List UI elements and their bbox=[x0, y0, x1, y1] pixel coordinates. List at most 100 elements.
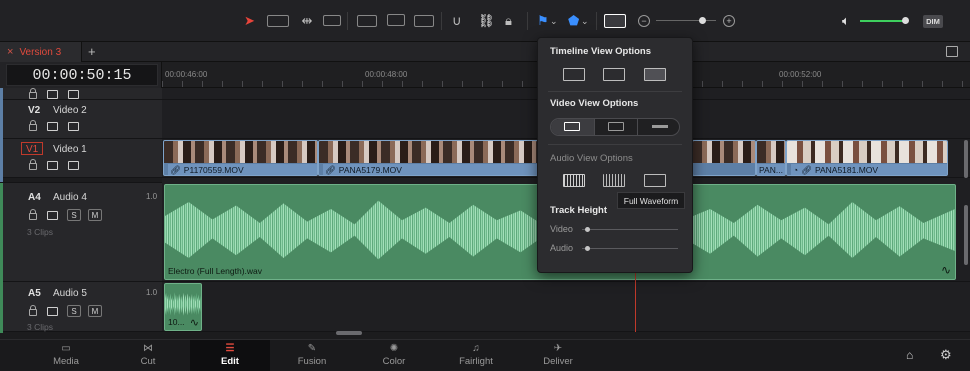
lane-a5[interactable] bbox=[162, 282, 970, 332]
dynamic-trim-icon[interactable]: ⇹ bbox=[297, 13, 317, 29]
audio-clip[interactable]: 10... ∿ bbox=[164, 283, 202, 331]
video-clip[interactable]: PAN... bbox=[756, 140, 786, 176]
page-tab-label: Cut bbox=[140, 356, 156, 367]
zoom-in-icon[interactable]: + bbox=[723, 15, 735, 27]
track-name[interactable]: Video 1 bbox=[53, 144, 87, 155]
popup-divider bbox=[548, 91, 682, 92]
track-name[interactable]: Audio 4 bbox=[53, 192, 87, 203]
track-enable-icon[interactable] bbox=[68, 90, 79, 99]
volume-slider-handle[interactable] bbox=[902, 17, 909, 24]
auto-select-icon[interactable] bbox=[47, 161, 58, 170]
position-lock-icon[interactable]: 🔒︎ bbox=[505, 13, 512, 29]
page-tab-media[interactable]: ▭ Media bbox=[26, 340, 106, 371]
timeline-tab[interactable]: × Version 3 bbox=[0, 42, 82, 62]
audio-vertical-scrollbar[interactable] bbox=[964, 205, 968, 265]
volume-slider-track[interactable] bbox=[860, 20, 908, 22]
page-tab-label: Fairlight bbox=[459, 356, 493, 367]
audio-height-slider[interactable] bbox=[582, 248, 678, 249]
timeline-options-icon[interactable] bbox=[946, 46, 958, 57]
simple-view-option[interactable] bbox=[637, 119, 679, 135]
popup-section-title: Track Height bbox=[550, 205, 608, 216]
linked-selection-icon[interactable]: ⛓ bbox=[478, 13, 495, 29]
marker-icon[interactable]: ⬟ bbox=[568, 13, 579, 29]
selection-arrow-icon[interactable]: ➤ bbox=[244, 13, 255, 29]
insert-clip-icon[interactable] bbox=[357, 15, 377, 27]
video-clip[interactable]: ◔ 🔗︎ PANA5181.MOV bbox=[786, 140, 948, 176]
track-enable-icon[interactable] bbox=[68, 122, 79, 131]
page-tab-fusion[interactable]: ✎ Fusion bbox=[272, 340, 352, 371]
dim-button[interactable]: DIM bbox=[923, 15, 943, 28]
auto-select-icon[interactable] bbox=[47, 90, 58, 99]
clip-thumbnails bbox=[693, 141, 755, 163]
rectified-waveform-icon[interactable] bbox=[603, 174, 625, 187]
video-clip[interactable]: 🔗︎ P1170559.MOV bbox=[163, 140, 318, 176]
stacked-timelines-icon[interactable] bbox=[563, 68, 585, 81]
add-timeline-icon[interactable]: + bbox=[88, 44, 96, 59]
zoom-out-icon[interactable]: − bbox=[638, 15, 650, 27]
full-waveform-icon[interactable] bbox=[644, 174, 666, 187]
flag-icon[interactable]: ⚑ bbox=[537, 13, 549, 29]
track-level: 1.0 bbox=[146, 288, 158, 297]
horizontal-scrollbar[interactable] bbox=[336, 331, 362, 335]
filmstrip-view-option[interactable] bbox=[551, 119, 594, 135]
tooltip: Full Waveform bbox=[617, 192, 685, 209]
audio-waveforms-icon[interactable] bbox=[644, 68, 666, 81]
blade-icon[interactable] bbox=[323, 15, 341, 26]
close-icon[interactable]: × bbox=[7, 46, 13, 58]
lock-icon[interactable] bbox=[29, 159, 37, 170]
auto-select-icon[interactable] bbox=[47, 307, 58, 316]
auto-select-icon[interactable] bbox=[47, 122, 58, 131]
audio-track-accent bbox=[0, 183, 3, 333]
link-icon: 🔗︎ bbox=[170, 164, 181, 175]
popup-section-title: Video View Options bbox=[550, 98, 639, 109]
page-tab-cut[interactable]: ⋈ Cut bbox=[108, 340, 188, 371]
video-height-slider[interactable] bbox=[582, 229, 678, 230]
track-enable-icon[interactable] bbox=[68, 161, 79, 170]
timeline-view-options-icon[interactable] bbox=[604, 14, 626, 28]
thumbnail-view-option[interactable] bbox=[594, 119, 637, 135]
timecode-display[interactable]: 00:00:50:15 bbox=[6, 64, 158, 86]
track-code: V1 bbox=[26, 144, 39, 155]
video-height-handle[interactable] bbox=[584, 227, 590, 232]
lock-icon[interactable] bbox=[29, 209, 37, 220]
settings-gear-icon[interactable]: ⚙ bbox=[940, 347, 952, 363]
subtitle-tracks-icon[interactable] bbox=[603, 68, 625, 81]
video-clip[interactable]: 🔗︎ PANA5179.MOV bbox=[318, 140, 538, 176]
chevron-down-icon[interactable]: ⌄ bbox=[550, 13, 558, 29]
page-tab-edit[interactable]: ☰ Edit bbox=[190, 340, 270, 371]
replace-clip-icon[interactable] bbox=[414, 15, 434, 27]
home-icon[interactable]: ⌂ bbox=[906, 348, 913, 362]
chevron-down-icon[interactable]: ⌄ bbox=[581, 13, 589, 29]
lock-icon[interactable] bbox=[29, 120, 37, 131]
mute-button[interactable]: M bbox=[88, 305, 102, 317]
mute-button[interactable]: M bbox=[88, 209, 102, 221]
track-code: A5 bbox=[28, 288, 41, 299]
track-level: 1.0 bbox=[146, 192, 158, 201]
audio-waveform bbox=[165, 292, 201, 316]
page-tab-deliver[interactable]: ✈ Deliver bbox=[518, 340, 598, 371]
solo-button[interactable]: S bbox=[67, 305, 81, 317]
track-name[interactable]: Audio 5 bbox=[53, 288, 87, 299]
track-name[interactable]: Video 2 bbox=[53, 105, 87, 116]
lock-icon[interactable] bbox=[29, 88, 37, 99]
audio-height-handle[interactable] bbox=[584, 246, 590, 251]
solo-button[interactable]: S bbox=[67, 209, 81, 221]
lock-icon[interactable] bbox=[29, 305, 37, 316]
half-waveform-icon[interactable] bbox=[563, 174, 585, 187]
link-icon: 🔗︎ bbox=[801, 164, 812, 175]
video-vertical-scrollbar[interactable] bbox=[964, 140, 968, 178]
page-tab-fairlight[interactable]: ♫ Fairlight bbox=[436, 340, 516, 371]
video-clip[interactable] bbox=[692, 140, 756, 176]
timeline-view-options-popup: Timeline View Options Video View Options… bbox=[537, 37, 693, 273]
fusion-icon: ✎ bbox=[307, 343, 317, 354]
page-tab-color[interactable]: ✺ Color bbox=[354, 340, 434, 371]
zoom-slider-track[interactable] bbox=[656, 20, 716, 21]
overwrite-clip-icon[interactable] bbox=[387, 14, 405, 26]
trim-edit-icon[interactable] bbox=[267, 15, 289, 27]
zoom-slider-handle[interactable] bbox=[699, 17, 706, 24]
snapping-icon[interactable]: ∪ bbox=[452, 13, 462, 29]
edit-icon: ☰ bbox=[225, 343, 235, 354]
speaker-icon[interactable]: 🔈︎ bbox=[842, 13, 850, 29]
clip-label: PAN... bbox=[757, 164, 785, 175]
auto-select-icon[interactable] bbox=[47, 211, 58, 220]
